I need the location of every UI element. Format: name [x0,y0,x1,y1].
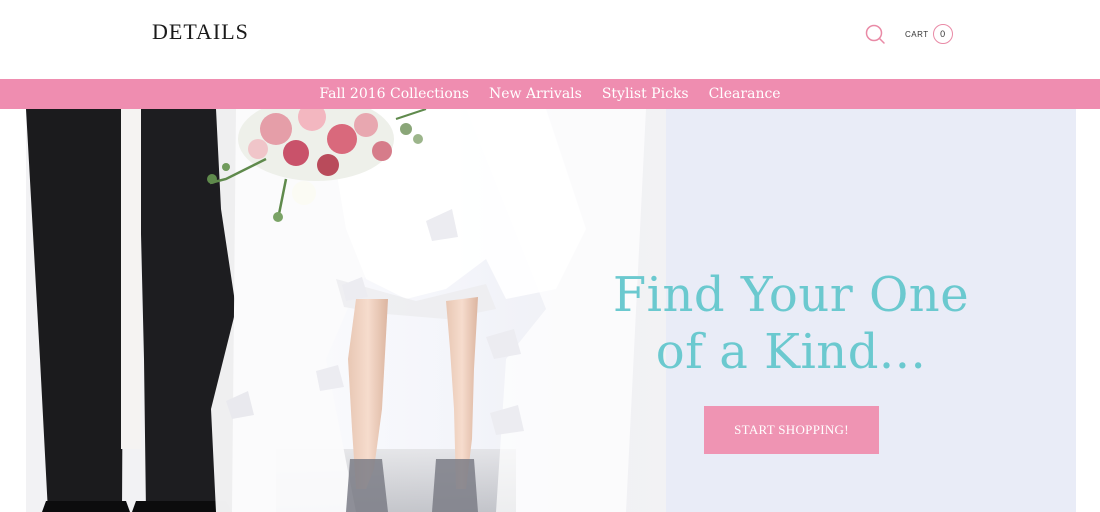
nav-item-clearance[interactable]: Clearance [699,86,791,102]
site-header: DETAILS CART 0 [0,0,1100,79]
search-icon [865,24,885,44]
hero-headline: Find Your One of a Kind... [591,267,991,381]
cart-count-badge: 0 [932,24,953,44]
main-navigation: Fall 2016 Collections New Arrivals Styli… [0,79,1100,109]
cart-label: CART [905,29,929,39]
search-button[interactable] [864,23,886,45]
nav-item-new-arrivals[interactable]: New Arrivals [479,86,592,102]
site-logo[interactable]: DETAILS [152,19,249,45]
hero-headline-line-1: Find Your One [612,267,970,323]
cart-button[interactable]: CART 0 [905,23,953,45]
hero-banner: Find Your One of a Kind... START SHOPPIN… [26,109,1076,512]
start-shopping-button[interactable]: START SHOPPING! [704,406,879,454]
hero-headline-line-2: of a Kind... [655,324,927,380]
nav-item-stylist-picks[interactable]: Stylist Picks [592,86,699,102]
nav-item-fall-2016-collections[interactable]: Fall 2016 Collections [309,86,479,102]
